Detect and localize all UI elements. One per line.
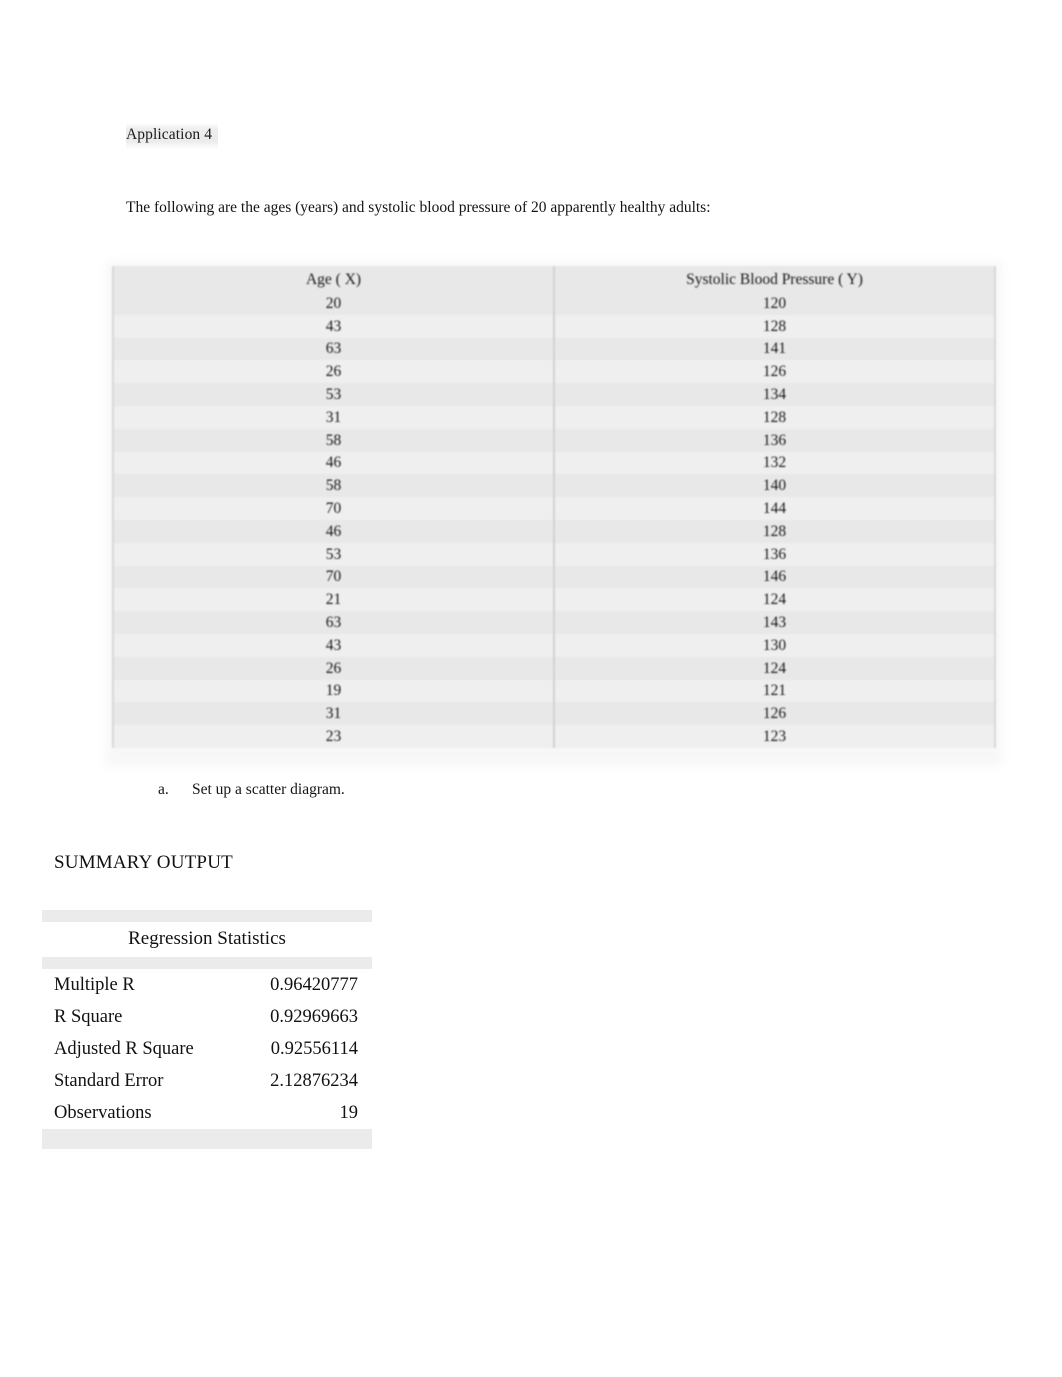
table-row: 20 120 [112, 292, 996, 315]
cell-bp: 144 [553, 497, 996, 520]
cell-age: 53 [112, 383, 554, 406]
data-table-body: 20 120 43 128 63 141 26 126 53 134 31 12… [112, 292, 996, 748]
cell-bp: 146 [553, 565, 996, 589]
table-row: 70 144 [112, 497, 996, 520]
cell-bp: 123 [553, 725, 996, 748]
table-row: 43 128 [112, 314, 996, 338]
cell-age: 19 [112, 679, 554, 703]
regression-statistics-table: Regression Statistics Multiple R 0.96420… [42, 910, 372, 1149]
table-row: 31 128 [112, 405, 996, 429]
cell-age: 43 [112, 633, 554, 657]
cell-age: 58 [112, 428, 554, 452]
cell-bp: 136 [553, 542, 996, 566]
stat-value: 0.96420777 [246, 969, 372, 1001]
cell-age: 70 [112, 497, 554, 520]
cell-bp: 140 [553, 474, 996, 498]
summary-bottom-band [42, 1129, 372, 1149]
stat-value: 0.92969663 [246, 1001, 372, 1033]
stat-row-r-square: R Square 0.92969663 [42, 1001, 372, 1033]
table-row: 70 146 [112, 565, 996, 589]
cell-bp: 141 [553, 337, 996, 361]
cell-age: 46 [112, 519, 554, 543]
cell-age: 21 [112, 588, 554, 612]
cell-bp: 126 [553, 360, 996, 384]
cell-age: 53 [112, 542, 554, 566]
document-page: Application 4 The following are the ages… [0, 0, 1062, 1377]
summary-title-row: Regression Statistics [42, 922, 372, 957]
stat-label: Observations [42, 1097, 247, 1129]
table-row: 46 132 [112, 451, 996, 475]
cell-bp: 120 [553, 292, 996, 315]
table-row: 46 128 [112, 519, 996, 543]
column-header-age: Age ( X) [112, 266, 554, 292]
cell-bp: 128 [553, 314, 996, 338]
cell-age: 26 [112, 360, 554, 384]
page-title: Application 4 [126, 123, 219, 149]
cell-age: 58 [112, 474, 554, 498]
band-cell [42, 910, 372, 922]
question-text: Set up a scatter diagram. [192, 781, 345, 798]
cell-bp: 143 [553, 611, 996, 634]
cell-age: 43 [112, 314, 554, 338]
age-bp-data-table: Age ( X) Systolic Blood Pressure ( Y) 20… [106, 262, 1002, 766]
cell-age: 26 [112, 656, 554, 680]
table-row: 23 123 [112, 725, 996, 748]
cell-age: 63 [112, 337, 554, 361]
intro-paragraph: The following are the ages (years) and s… [126, 199, 711, 216]
table-row: 63 141 [112, 337, 996, 361]
cell-age: 70 [112, 565, 554, 589]
stat-label: Adjusted R Square [42, 1033, 247, 1065]
table-row: 63 143 [112, 611, 996, 634]
band-cell [42, 1129, 372, 1149]
table-row: 21 124 [112, 588, 996, 612]
column-header-systolic-bp: Systolic Blood Pressure ( Y) [553, 266, 996, 292]
cell-age: 20 [112, 292, 554, 315]
summary-table: Regression Statistics Multiple R 0.96420… [42, 910, 372, 1149]
cell-bp: 128 [553, 405, 996, 429]
stat-value: 2.12876234 [246, 1065, 372, 1097]
cell-bp: 121 [553, 679, 996, 703]
stat-value: 19 [246, 1097, 372, 1129]
cell-age: 23 [112, 725, 554, 748]
cell-age: 63 [112, 611, 554, 634]
cell-bp: 126 [553, 702, 996, 726]
summary-output-heading: SUMMARY OUTPUT [54, 852, 233, 873]
cell-bp: 124 [553, 656, 996, 680]
cell-bp: 132 [553, 451, 996, 475]
summary-sub-band [42, 957, 372, 969]
stat-label: Standard Error [42, 1065, 247, 1097]
cell-bp: 130 [553, 633, 996, 657]
table-row: 26 124 [112, 656, 996, 680]
stat-row-multiple-r: Multiple R 0.96420777 [42, 969, 372, 1001]
cell-age: 31 [112, 702, 554, 726]
cell-bp: 136 [553, 428, 996, 452]
stat-row-adjusted-r-square: Adjusted R Square 0.92556114 [42, 1033, 372, 1065]
stat-row-standard-error: Standard Error 2.12876234 [42, 1065, 372, 1097]
table-row: 26 126 [112, 360, 996, 384]
cell-bp: 128 [553, 519, 996, 543]
table-row: 53 134 [112, 383, 996, 406]
cell-bp: 124 [553, 588, 996, 612]
stat-label: R Square [42, 1001, 247, 1033]
question-item-a: a. Set up a scatter diagram. [158, 780, 345, 800]
summary-top-band [42, 910, 372, 922]
cell-age: 31 [112, 405, 554, 429]
cell-bp: 134 [553, 383, 996, 406]
table-row: 58 140 [112, 474, 996, 498]
data-table: Age ( X) Systolic Blood Pressure ( Y) 20… [112, 266, 996, 748]
table-row: 58 136 [112, 428, 996, 452]
stat-value: 0.92556114 [246, 1033, 372, 1065]
table-header-row: Age ( X) Systolic Blood Pressure ( Y) [112, 266, 996, 292]
stat-label: Multiple R [42, 969, 247, 1001]
cell-age: 46 [112, 451, 554, 475]
table-row: 53 136 [112, 542, 996, 566]
stat-row-observations: Observations 19 [42, 1097, 372, 1129]
band-cell [42, 957, 372, 969]
table-row: 43 130 [112, 633, 996, 657]
table-row: 19 121 [112, 679, 996, 703]
regression-statistics-title: Regression Statistics [42, 922, 372, 957]
table-row: 31 126 [112, 702, 996, 726]
question-marker: a. [158, 781, 169, 798]
